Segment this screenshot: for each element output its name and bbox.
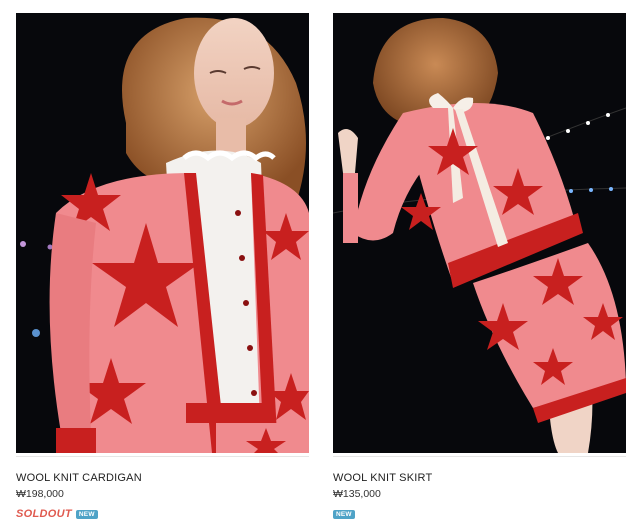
skirt-photo-illustration xyxy=(333,13,626,453)
product-price: ₩198,000 xyxy=(16,488,64,500)
product-card-cardigan[interactable]: WOOL KNIT CARDIGAN ₩198,000 SOLDOUT NEW xyxy=(16,13,309,521)
soldout-badge: SOLDOUT xyxy=(16,508,72,520)
card-divider xyxy=(333,456,626,457)
card-divider xyxy=(16,456,309,457)
badge-row: SOLDOUT NEW xyxy=(16,507,309,521)
product-grid: WOOL KNIT CARDIGAN ₩198,000 SOLDOUT NEW xyxy=(16,13,626,523)
product-image-skirt[interactable] xyxy=(333,13,626,453)
new-badge: NEW xyxy=(333,509,355,519)
product-card-skirt[interactable]: WOOL KNIT SKIRT ₩135,000 NEW xyxy=(333,13,626,521)
cardigan-photo-illustration xyxy=(16,13,309,453)
new-badge: NEW xyxy=(75,509,98,519)
badge-row: NEW xyxy=(333,507,626,521)
product-name[interactable]: WOOL KNIT CARDIGAN xyxy=(16,472,309,485)
product-image-cardigan[interactable] xyxy=(16,13,309,453)
product-price: ₩135,000 xyxy=(333,488,381,500)
product-name[interactable]: WOOL KNIT SKIRT xyxy=(333,472,626,485)
